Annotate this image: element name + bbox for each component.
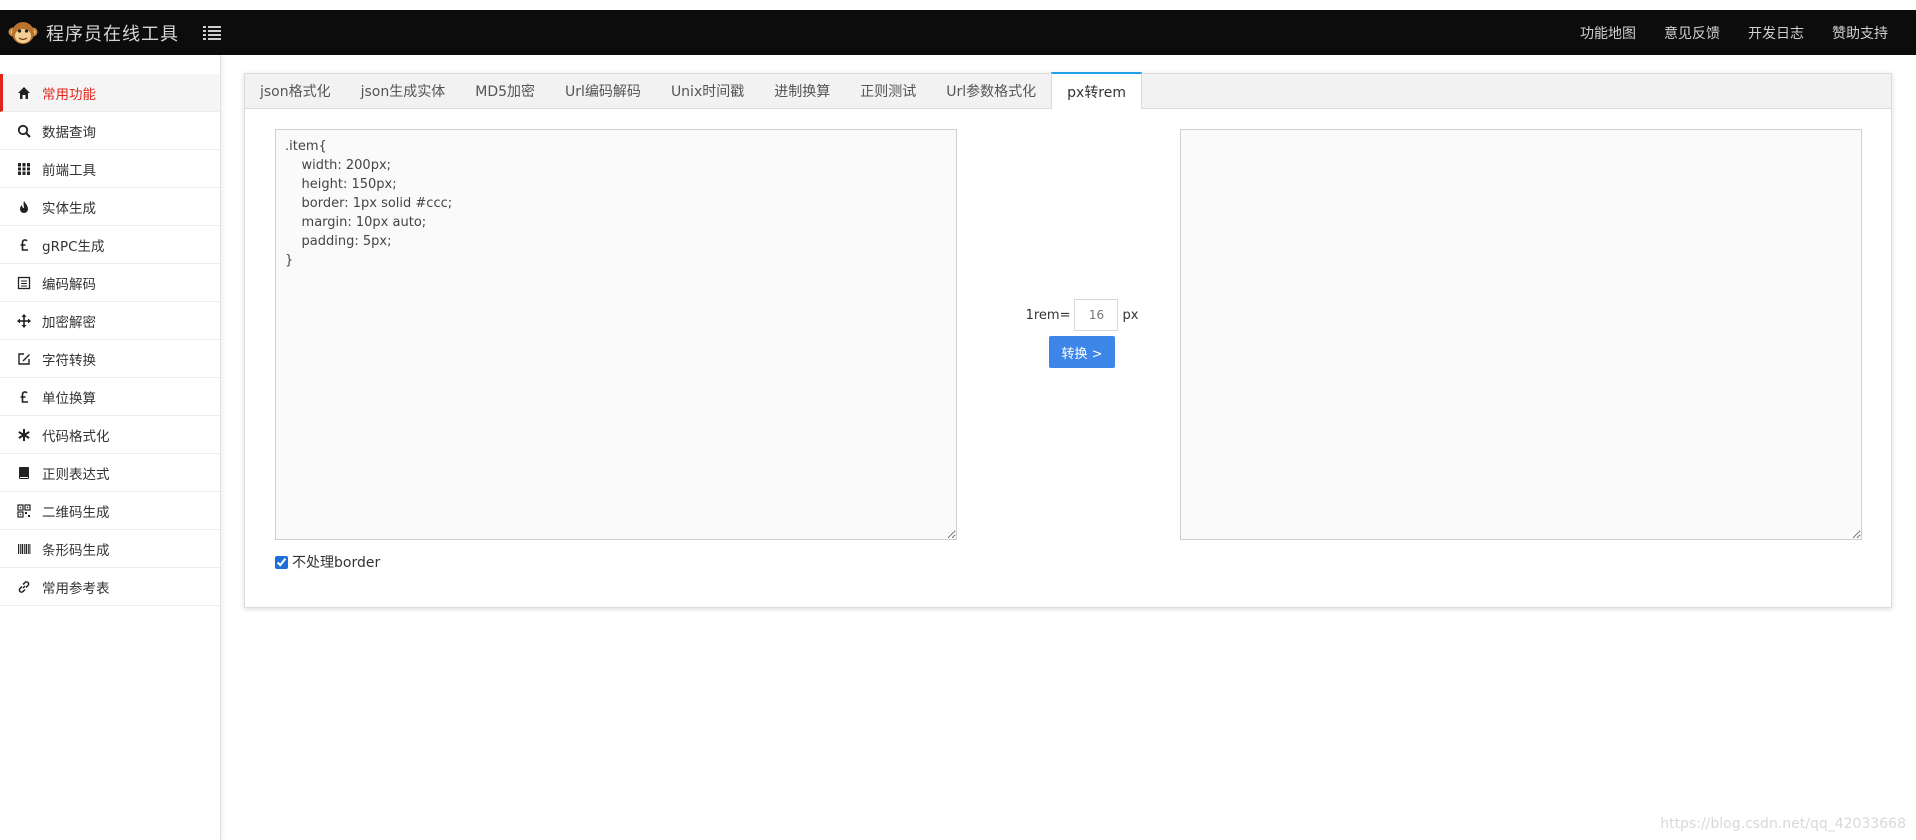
tab-px-to-rem[interactable]: px转rem [1051,72,1143,109]
sidebar-item-label: gRPC生成 [42,238,105,255]
convert-button[interactable]: 转换 > [1049,336,1115,368]
tab-json-format[interactable]: json格式化 [245,73,346,108]
tab-url-encode[interactable]: Url编码解码 [550,73,656,108]
sidebar-item-char-convert[interactable]: 字符转换 [0,340,220,378]
rem-suffix-label: px [1122,307,1139,323]
sidebar-item-label: 实体生成 [42,200,96,217]
rem-setting-row: 1rem= px [1017,299,1147,331]
skip-border-label: 不处理border [292,555,381,571]
rem-prefix-label: 1rem= [1025,307,1071,323]
asterisk-icon [16,427,32,443]
nav-link-feedback[interactable]: 意见反馈 [1664,23,1720,43]
sidebar-item-barcode-gen[interactable]: 条形码生成 [0,530,220,568]
sidebar-list: 常用功能 数据查询 前端工具 实体生成 gRPC生成 编码解码 加密解密 字符转… [0,74,220,606]
sidebar-item-label: 二维码生成 [42,504,110,521]
tab-url-params[interactable]: Url参数格式化 [931,73,1051,108]
nav-link-sponsor[interactable]: 赞助支持 [1832,23,1888,43]
pound-icon [16,237,32,253]
sidebar-item-common[interactable]: 常用功能 [0,74,220,112]
sidebar-item-label: 加密解密 [42,314,96,331]
list-menu-icon [203,25,221,40]
sidebar-item-label: 数据查询 [42,124,96,141]
sidebar-item-label: 条形码生成 [42,542,110,559]
nav-link-feature-map[interactable]: 功能地图 [1580,23,1636,43]
tab-regex-test[interactable]: 正则测试 [845,73,931,108]
sidebar-item-encode-decode[interactable]: 编码解码 [0,264,220,302]
sidebar-item-frontend-tools[interactable]: 前端工具 [0,150,220,188]
sidebar-item-label: 代码格式化 [42,428,110,445]
monkey-logo-icon [8,21,38,44]
sidebar-item-unit-convert[interactable]: 单位换算 [0,378,220,416]
tab-bar: json格式化 json生成实体 MD5加密 Url编码解码 Unix时间戳 进… [245,72,1891,109]
home-icon [16,85,32,101]
sidebar-item-label: 字符转换 [42,352,96,369]
sidebar-item-entity-gen[interactable]: 实体生成 [0,188,220,226]
sidebar-item-label: 编码解码 [42,276,96,293]
grid-icon [16,161,32,177]
barcode-icon [16,541,32,557]
brand[interactable]: 程序员在线工具 [8,10,179,55]
convert-controls: 1rem= px 转换 > [1017,299,1147,368]
sidebar-item-label: 单位换算 [42,390,96,407]
sidebar-item-grpc-gen[interactable]: gRPC生成 [0,226,220,264]
sidebar-item-code-format[interactable]: 代码格式化 [0,416,220,454]
sidebar-item-encrypt-decrypt[interactable]: 加密解密 [0,302,220,340]
tab-base-convert[interactable]: 进制换算 [759,73,845,108]
qrcode-icon [16,503,32,519]
list-icon [16,275,32,291]
move-icon [16,313,32,329]
sidebar-item-label: 前端工具 [42,162,96,179]
sidebar-item-label: 常用参考表 [42,580,110,597]
sidebar-item-label: 正则表达式 [42,466,110,483]
nav-links: 功能地图 意见反馈 开发日志 赞助支持 [1580,10,1916,55]
sidebar: 常用功能 数据查询 前端工具 实体生成 gRPC生成 编码解码 加密解密 字符转… [0,55,221,840]
app-title: 程序员在线工具 [46,23,179,45]
css-input-textarea[interactable]: .item{ width: 200px; height: 150px; bord… [275,129,957,540]
rem-base-input[interactable] [1074,299,1119,331]
edit-icon [16,351,32,367]
sidebar-item-label: 常用功能 [42,86,96,103]
watermark-text: https://blog.csdn.net/qq_42033668 [1660,816,1906,832]
sidebar-item-qrcode-gen[interactable]: 二维码生成 [0,492,220,530]
search-icon [16,123,32,139]
tab-unix-timestamp[interactable]: Unix时间戳 [656,73,759,108]
tool-panel: json格式化 json生成实体 MD5加密 Url编码解码 Unix时间戳 进… [244,72,1892,608]
skip-border-option[interactable]: 不处理border [275,552,380,572]
book-icon [16,465,32,481]
tab-json-entity[interactable]: json生成实体 [346,73,461,108]
top-strip [0,0,1916,10]
rem-output-textarea[interactable] [1180,129,1862,540]
skip-border-checkbox[interactable] [275,555,288,569]
nav-link-dev-log[interactable]: 开发日志 [1748,23,1804,43]
menu-toggle-button[interactable] [203,23,223,43]
navbar: 程序员在线工具 功能地图 意见反馈 开发日志 赞助支持 [0,10,1916,55]
pound-icon [16,389,32,405]
link-icon [16,579,32,595]
sidebar-item-regex[interactable]: 正则表达式 [0,454,220,492]
sidebar-item-data-query[interactable]: 数据查询 [0,112,220,150]
fire-icon [16,199,32,215]
tab-md5[interactable]: MD5加密 [460,73,550,108]
sidebar-item-reference[interactable]: 常用参考表 [0,568,220,606]
